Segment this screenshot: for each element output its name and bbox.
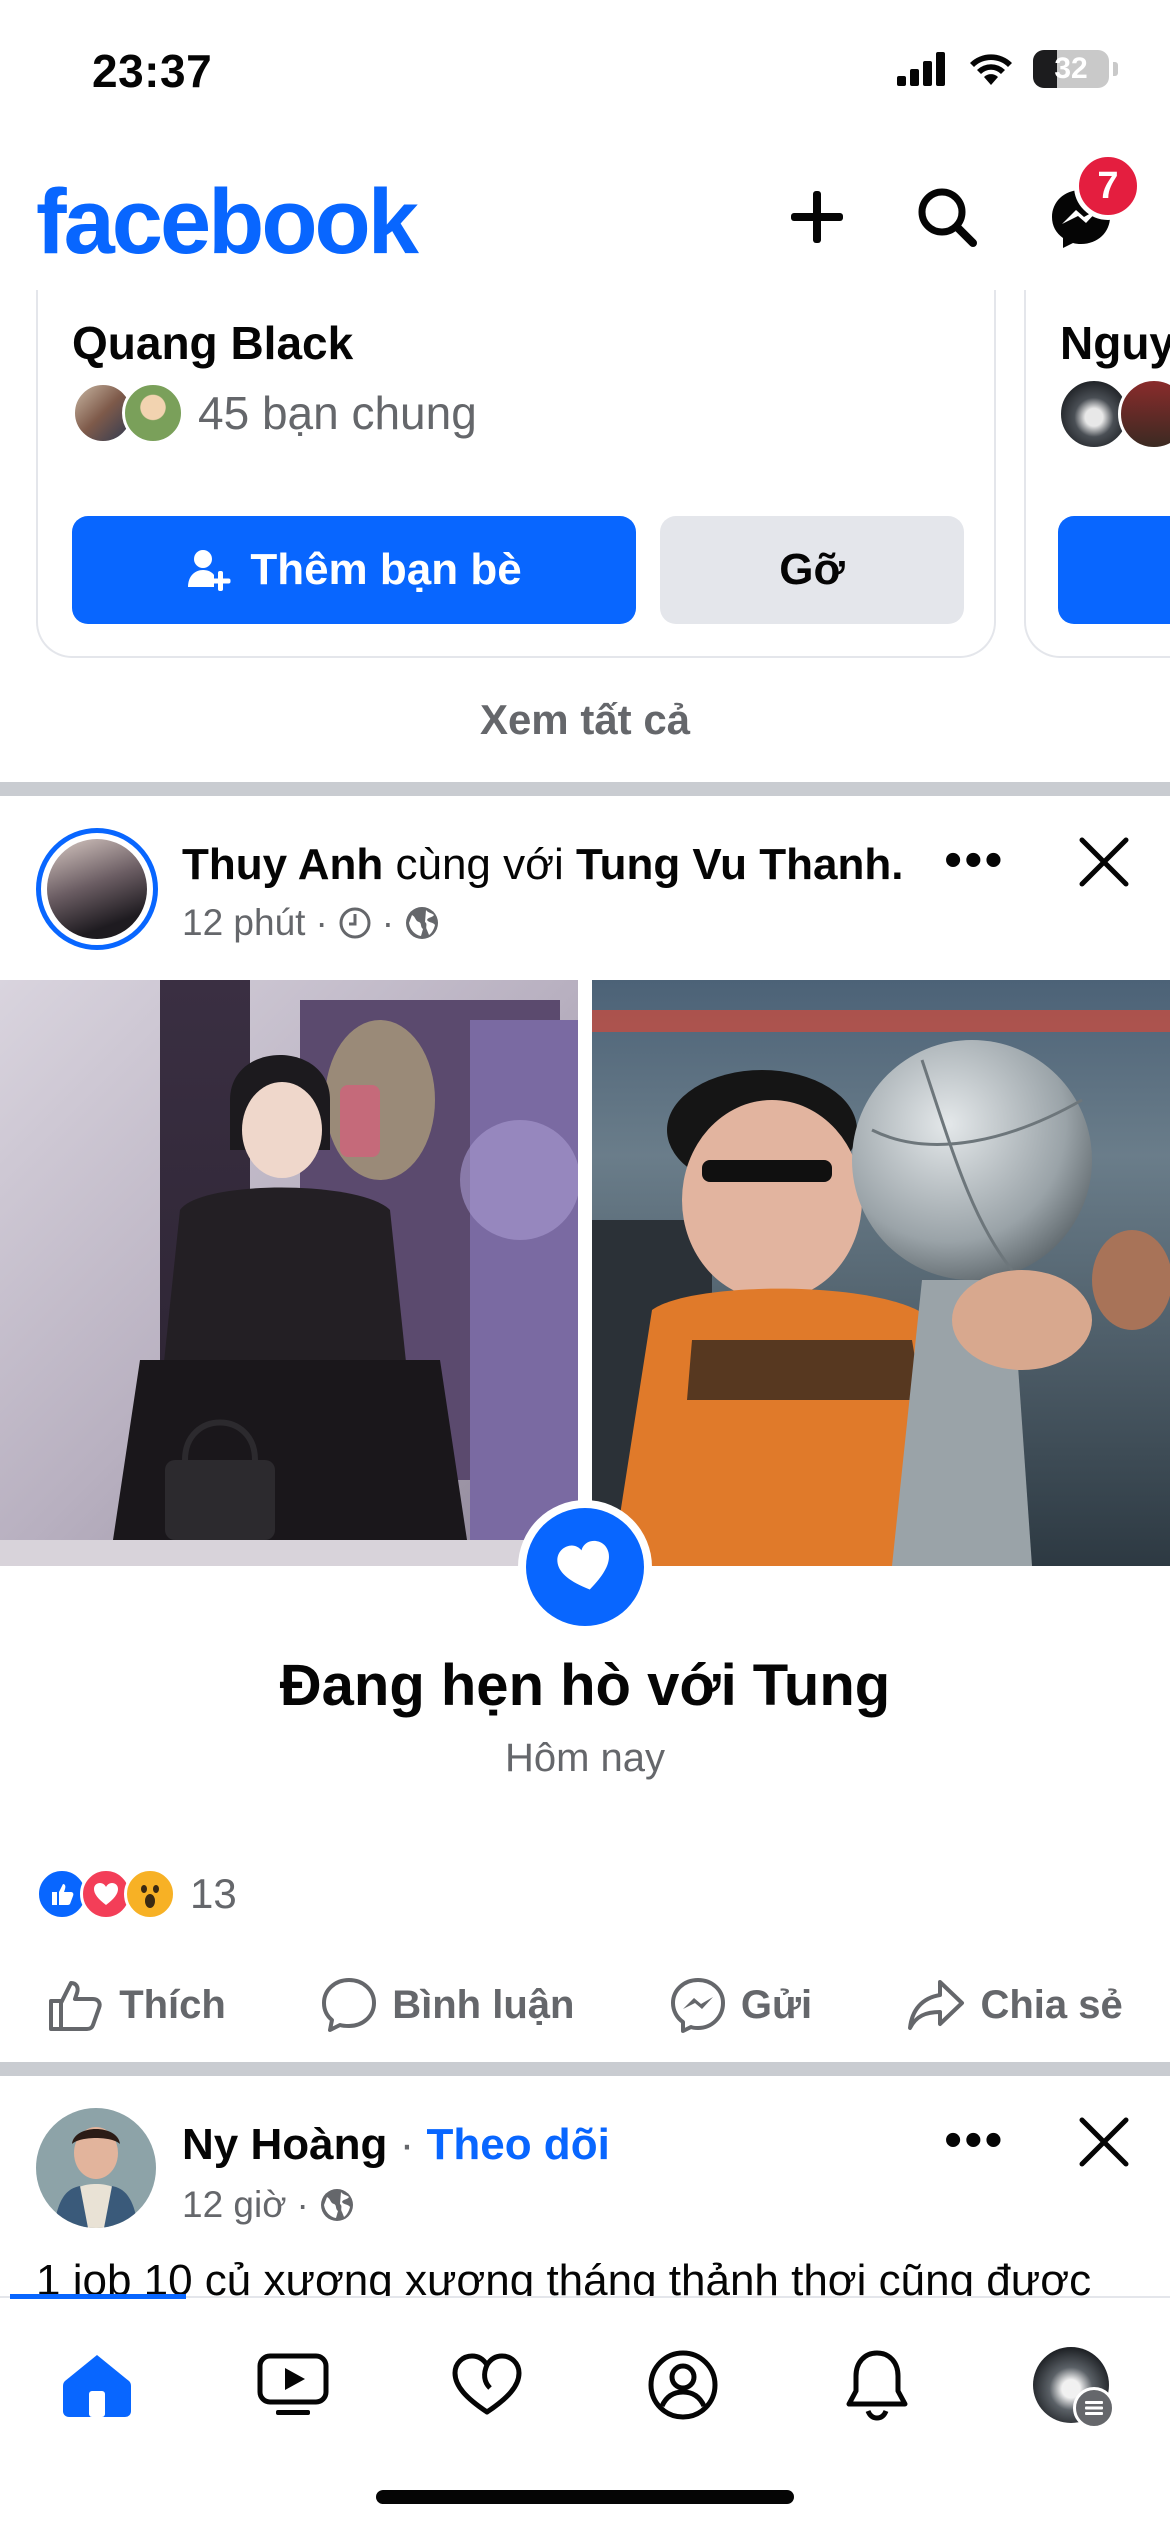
nav-notifications[interactable] [822, 2330, 932, 2440]
wow-reaction-icon [124, 1868, 176, 1920]
share-button[interactable]: Chia sẻ [906, 1978, 1123, 2032]
nav-dating[interactable] [432, 2330, 542, 2440]
post-options-button[interactable]: ••• [944, 830, 1005, 890]
video-icon [257, 2353, 329, 2415]
comment-button[interactable]: Bình luận [320, 1976, 574, 2034]
nav-video[interactable] [238, 2330, 348, 2440]
dating-heart-icon [452, 2353, 522, 2415]
post2-author[interactable]: Ny Hoàng [182, 2120, 387, 2169]
close-icon [1079, 2117, 1129, 2167]
nav-home[interactable] [42, 2330, 152, 2440]
search-button[interactable] [902, 172, 992, 262]
reactions-summary[interactable]: 13 [36, 1868, 237, 1920]
remove-suggestion-button[interactable]: Gỡ [660, 516, 964, 624]
add-person-icon [188, 550, 231, 591]
next-suggestion-name: Nguy [1060, 317, 1170, 369]
relationship-date: Hôm nay [504, 1736, 666, 1780]
battery-indicator: 32 [1033, 50, 1109, 88]
messenger-badge: 7 [1074, 152, 1142, 220]
mutual-friends-count: 45 bạn chung [198, 387, 477, 439]
like-label: Thích [119, 1982, 226, 2027]
post2-author-line: Ny Hoàng · Theo dõi [182, 2120, 610, 2169]
author-avatar[interactable] [36, 2108, 156, 2228]
post-action-bar: Thích Bình luận Gửi Chia sẻ [0, 1960, 1170, 2050]
comment-label: Bình luận [392, 1982, 575, 2027]
next-suggestion-card: Nguy [1024, 290, 1170, 658]
globe-icon [406, 907, 439, 939]
create-button[interactable] [772, 172, 862, 262]
hide-post2-button[interactable] [1076, 2114, 1136, 2174]
send-label: Gửi [740, 1982, 813, 2027]
plus-icon [791, 191, 843, 243]
post2-meta: 12 giờ · [182, 2184, 355, 2226]
comment-icon [322, 1978, 377, 2032]
suggestion-name[interactable]: Quang Black [72, 316, 353, 370]
relationship-status: Đang hẹn hò với Tung [279, 1653, 891, 1718]
status-time: 23:37 [92, 45, 213, 97]
nav-profile[interactable] [628, 2330, 738, 2440]
tagged-person[interactable]: Tung Vu Thanh. [576, 840, 904, 889]
cellular-signal-icon [897, 52, 945, 86]
reaction-count: 13 [190, 1870, 237, 1917]
search-icon [918, 188, 977, 247]
mutual-friends: 45 bạn chung [72, 382, 477, 444]
heart-icon [557, 1540, 609, 1590]
post-author-line: Thuy Anh cùng với Tung Vu Thanh. [182, 840, 903, 890]
send-button[interactable]: Gửi [669, 1976, 812, 2034]
active-tab-indicator [10, 2294, 186, 2299]
add-friend-button[interactable]: Thêm bạn bè [72, 516, 636, 624]
post-photo-left[interactable] [0, 980, 578, 1566]
home-icon [63, 2355, 131, 2417]
post2-time[interactable]: 12 giờ [182, 2184, 287, 2226]
post-author[interactable]: Thuy Anh [182, 840, 383, 889]
like-button[interactable]: Thích [47, 1977, 226, 2033]
messenger-send-icon [670, 1978, 725, 2033]
share-icon [908, 1980, 965, 2030]
status-icons: 32 [897, 50, 1118, 88]
post-time[interactable]: 12 phút [182, 902, 305, 944]
see-all-link[interactable]: Xem tất cả [0, 696, 1170, 744]
hide-post-button[interactable] [1076, 834, 1136, 894]
mutual-avatar [122, 382, 184, 444]
home-indicator [376, 2490, 794, 2504]
post-meta: 12 phút · · [182, 902, 440, 944]
battery-level: 32 [1054, 52, 1088, 85]
post2-options-button[interactable]: ••• [944, 2110, 1005, 2170]
facebook-logo[interactable]: facebook [36, 170, 419, 275]
wifi-icon [970, 54, 1012, 85]
feed-separator [0, 782, 1170, 796]
clock-icon [339, 907, 371, 939]
follow-button[interactable]: Theo dõi [426, 2120, 609, 2169]
profile-icon [648, 2350, 718, 2420]
mutual-avatar [1118, 378, 1170, 450]
menu-icon [1073, 2387, 1115, 2429]
close-icon [1079, 837, 1129, 887]
nav-menu[interactable] [1016, 2330, 1126, 2440]
thumbs-up-icon [49, 1981, 102, 2031]
post-photo-right[interactable] [592, 980, 1170, 1566]
globe-icon [320, 2189, 353, 2221]
next-add-friend-button[interactable] [1058, 516, 1170, 624]
bell-icon [846, 2350, 908, 2421]
add-friend-label: Thêm bạn bè [250, 545, 522, 594]
author-avatar[interactable] [36, 828, 158, 950]
with-text: cùng với [395, 840, 564, 889]
share-label: Chia sẻ [980, 1982, 1123, 2027]
feed-separator [0, 2062, 1170, 2076]
relationship-badge [518, 1500, 652, 1634]
